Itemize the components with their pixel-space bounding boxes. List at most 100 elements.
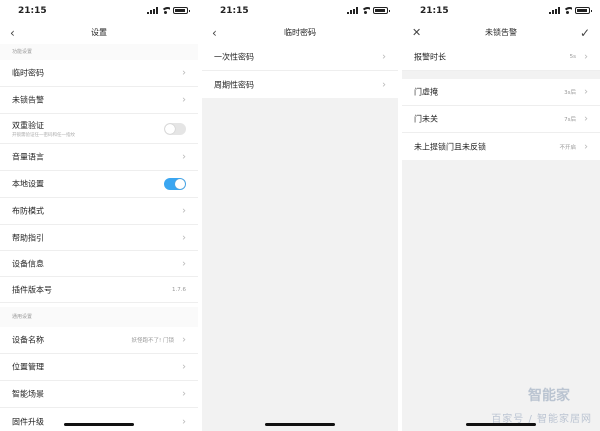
- signal-icon: [347, 7, 358, 14]
- back-icon[interactable]: ‹: [10, 22, 15, 44]
- item-label: 门未关: [414, 114, 438, 124]
- status-time: 21:15: [18, 6, 47, 16]
- nav-bar: ‹ 设置: [0, 22, 198, 44]
- status-time: 21:15: [220, 6, 249, 16]
- item-label: 设备名称: [12, 335, 44, 345]
- wifi-icon: [161, 7, 170, 14]
- page-title: 未锁告警: [485, 28, 517, 37]
- battery-icon: [575, 7, 592, 14]
- settings-item-arm-mode[interactable]: 布防模式 ›: [0, 198, 198, 225]
- section-header-function: 功能设置: [0, 44, 198, 60]
- settings-item-temp-password[interactable]: 临时密码 ›: [0, 60, 198, 87]
- chevron-right-icon: ›: [182, 416, 186, 427]
- alarm-item-door-not-closed[interactable]: 门未关 7s后 ›: [402, 106, 600, 133]
- item-label: 双重验证: [12, 121, 44, 130]
- item-label: 智能场景: [12, 389, 44, 399]
- unlock-alarm-screen: 21:15 ✕ 未锁告警 ✓ 报警时长 5s › 门虚掩 3s后 › 门未关 7…: [402, 0, 600, 431]
- alarm-item-door-ajar[interactable]: 门虚掩 3s后 ›: [402, 79, 600, 106]
- wifi-icon: [361, 7, 370, 14]
- item-label: 未上提锁门且未反锁: [414, 142, 486, 151]
- chevron-right-icon: ›: [382, 79, 386, 90]
- local-settings-toggle[interactable]: [164, 178, 186, 190]
- item-label: 固件升级: [12, 417, 44, 426]
- page-title: 临时密码: [284, 28, 316, 37]
- chevron-right-icon: ›: [182, 67, 186, 79]
- settings-item-device-name[interactable]: 设备名称 妖怪跑不了! 门锁 ›: [0, 327, 198, 354]
- settings-item-smart-scene[interactable]: 智能场景 ›: [0, 381, 198, 408]
- item-label: 位置管理: [12, 362, 44, 372]
- item-sublabel: 开锁需验证任一密码和任一指纹: [12, 133, 75, 138]
- battery-icon: [373, 7, 390, 14]
- watermark-logo: 智能家: [528, 388, 570, 404]
- status-bar: 21:15: [202, 0, 398, 22]
- item-label: 门虚掩: [414, 87, 438, 97]
- temp-password-item-one-time[interactable]: 一次性密码 ›: [202, 44, 398, 71]
- home-indicator[interactable]: [265, 423, 335, 426]
- settings-item-plugin-version: 插件版本号 1.7.6: [0, 277, 198, 303]
- item-label: 一次性密码: [214, 52, 254, 62]
- device-name-value: 妖怪跑不了! 门锁: [131, 338, 174, 344]
- chevron-right-icon: ›: [584, 141, 588, 152]
- chevron-right-icon: ›: [584, 113, 588, 125]
- temp-password-screen: 21:15 ‹ 临时密码 一次性密码 › 周期性密码 ›: [202, 0, 398, 431]
- door-not-closed-value: 7s后: [564, 117, 576, 123]
- chevron-right-icon: ›: [584, 86, 588, 98]
- settings-screen: 21:15 ‹ 设置 功能设置 临时密码 › 未锁告警 › 双重验证 开锁需验证…: [0, 0, 198, 431]
- page-title: 设置: [91, 28, 107, 37]
- status-icons: [549, 7, 592, 14]
- status-bar: 21:15: [0, 0, 198, 22]
- door-ajar-value: 3s后: [564, 90, 576, 96]
- item-label: 音量语言: [12, 152, 44, 162]
- chevron-right-icon: ›: [182, 334, 186, 346]
- back-icon[interactable]: ‹: [212, 22, 217, 44]
- temp-password-item-periodic[interactable]: 周期性密码 ›: [202, 71, 398, 98]
- chevron-right-icon: ›: [182, 151, 186, 163]
- settings-item-local-settings: 本地设置: [0, 171, 198, 198]
- status-time: 21:15: [420, 6, 449, 16]
- item-label: 设备信息: [12, 259, 44, 268]
- item-label: 周期性密码: [214, 80, 254, 89]
- item-label: 报警时长: [414, 52, 446, 62]
- section-divider: [402, 71, 600, 79]
- item-label: 本地设置: [12, 179, 44, 189]
- chevron-right-icon: ›: [182, 205, 186, 217]
- item-label: 临时密码: [12, 68, 44, 78]
- nav-bar: ✕ 未锁告警 ✓: [402, 22, 600, 44]
- watermark-text: 百家号 / 智能家居网: [491, 414, 592, 425]
- chevron-right-icon: ›: [382, 51, 386, 63]
- alarm-duration-value: 5s: [569, 54, 576, 60]
- chevron-right-icon: ›: [182, 361, 186, 373]
- chevron-right-icon: ›: [182, 258, 186, 269]
- plugin-version-value: 1.7.6: [172, 286, 186, 293]
- section-header-general: 通用设置: [0, 307, 198, 327]
- chevron-right-icon: ›: [584, 51, 588, 63]
- chevron-right-icon: ›: [182, 232, 186, 243]
- alarm-item-duration[interactable]: 报警时长 5s ›: [402, 44, 600, 71]
- check-icon[interactable]: ✓: [580, 22, 590, 44]
- item-label: 帮助指引: [12, 233, 44, 242]
- settings-item-location[interactable]: 位置管理 ›: [0, 354, 198, 381]
- status-bar: 21:15: [402, 0, 600, 22]
- settings-item-firmware-upgrade[interactable]: 固件升级 ›: [0, 408, 198, 431]
- home-indicator[interactable]: [64, 423, 134, 426]
- status-icons: [347, 7, 390, 14]
- chevron-right-icon: ›: [182, 94, 186, 106]
- signal-icon: [549, 7, 560, 14]
- settings-item-unlock-alarm[interactable]: 未锁告警 ›: [0, 87, 198, 114]
- item-label: 插件版本号: [12, 285, 52, 294]
- signal-icon: [147, 7, 158, 14]
- item-label: 未锁告警: [12, 95, 44, 105]
- dual-verification-toggle[interactable]: [164, 122, 186, 135]
- not-locked-value: 不开启: [559, 144, 576, 151]
- alarm-item-not-locked[interactable]: 未上提锁门且未反锁 不开启 ›: [402, 133, 600, 160]
- settings-item-dual-verification: 双重验证 开锁需验证任一密码和任一指纹: [0, 114, 198, 144]
- wifi-icon: [563, 7, 572, 14]
- item-label: 布防模式: [12, 206, 44, 216]
- status-icons: [147, 7, 190, 14]
- close-icon[interactable]: ✕: [412, 22, 421, 44]
- settings-item-volume-language[interactable]: 音量语言 ›: [0, 144, 198, 171]
- settings-item-device-info[interactable]: 设备信息 ›: [0, 251, 198, 277]
- settings-item-help-guide[interactable]: 帮助指引 ›: [0, 225, 198, 251]
- nav-bar: ‹ 临时密码: [202, 22, 398, 44]
- battery-icon: [173, 7, 190, 14]
